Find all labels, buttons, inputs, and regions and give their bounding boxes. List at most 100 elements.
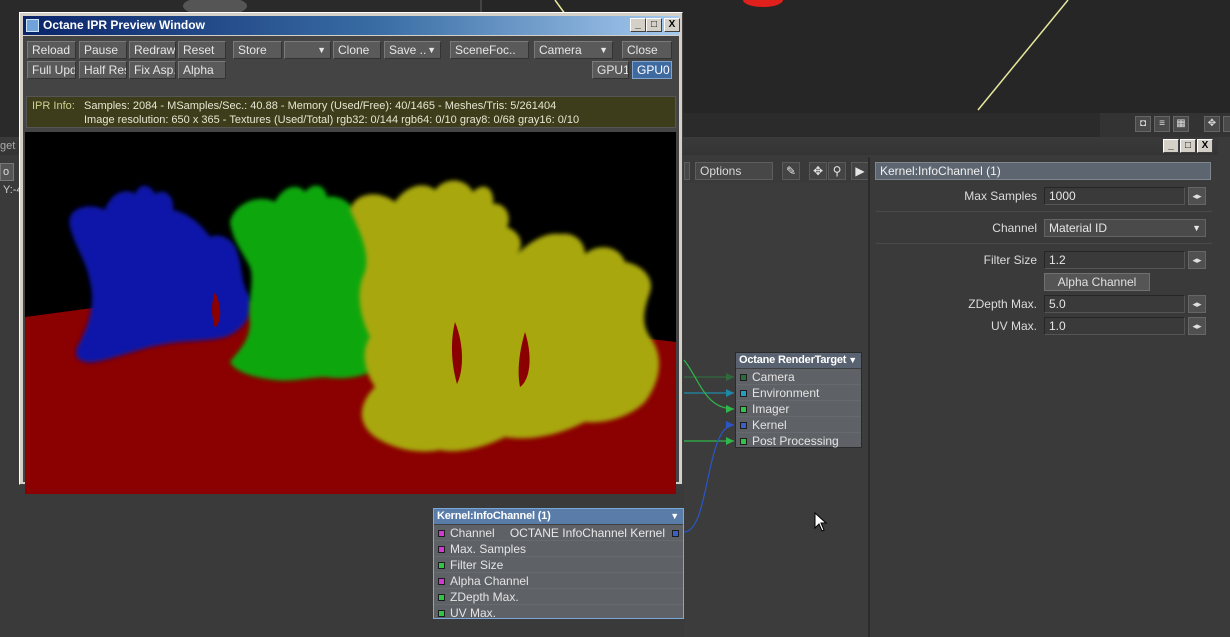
options-button[interactable]: Options	[695, 162, 773, 180]
ipr-info-panel: IPR Info: Samples: 2084 - MSamples/Sec.:…	[26, 96, 676, 128]
port-socket[interactable]	[740, 406, 747, 413]
film-icon[interactable]: ▦	[1173, 116, 1189, 132]
save-select-label: Save ..	[389, 43, 427, 57]
minimize-button[interactable]: _	[630, 18, 646, 32]
redraw-button[interactable]: Redraw	[129, 41, 176, 59]
chevron-down-icon: ▼	[1192, 223, 1201, 233]
port-socket[interactable]	[438, 530, 445, 537]
fix-aspect-button[interactable]: Fix Asp.	[129, 61, 176, 79]
port-label: Environment	[752, 386, 820, 400]
port-socket[interactable]	[438, 578, 445, 585]
panel-divider[interactable]	[868, 157, 870, 637]
port-filter-size[interactable]: Filter Size	[434, 557, 683, 573]
arrow-icon[interactable]	[1223, 116, 1230, 132]
maximize-button[interactable]: □	[646, 18, 662, 32]
port-max-samples[interactable]: Max. Samples	[434, 541, 683, 557]
play-icon[interactable]: ▶	[851, 162, 869, 180]
node-title-label: Octane RenderTarget	[739, 354, 847, 366]
close-button[interactable]: X	[1197, 139, 1213, 153]
ipr-info-line-2: Image resolution: 650 x 365 - Textures (…	[84, 114, 580, 126]
panel-title: Kernel:InfoChannel (1)	[875, 162, 1211, 180]
max-samples-label: Max Samples	[964, 189, 1037, 203]
port-label: Post Processing	[752, 434, 839, 448]
zdepth-field[interactable]: 5.0	[1044, 295, 1185, 313]
filter-size-stepper[interactable]: ◂▸	[1188, 251, 1206, 269]
half-res-button[interactable]: Half Res	[79, 61, 127, 79]
gpu1-button[interactable]: GPU1	[592, 61, 629, 79]
port-alpha-channel[interactable]: Alpha Channel	[434, 573, 683, 589]
port-label: Camera	[752, 370, 795, 384]
ipr-titlebar[interactable]: Octane IPR Preview Window _ □ X	[23, 16, 680, 35]
port-uv-max[interactable]: UV Max.	[434, 605, 683, 621]
toolbar-stub[interactable]	[684, 162, 690, 180]
camera-icon[interactable]: ◘	[1135, 116, 1151, 132]
pen-icon[interactable]: ✎	[782, 162, 800, 180]
port-post-processing[interactable]: Post Processing	[736, 433, 861, 449]
gpu0-button[interactable]: GPU0	[632, 61, 672, 79]
scene-focus-button[interactable]: SceneFoc..	[450, 41, 529, 59]
alpha-channel-button[interactable]: Alpha Channel	[1044, 273, 1150, 291]
filter-size-field[interactable]: 1.2	[1044, 251, 1185, 269]
reload-button[interactable]: Reload	[27, 41, 76, 59]
full-update-button[interactable]: Full Upd.	[27, 61, 76, 79]
port-socket[interactable]	[740, 422, 747, 429]
render-target-node[interactable]: Octane RenderTarget ▼ Camera Environment…	[735, 352, 862, 448]
port-label: Channel	[450, 526, 495, 540]
ipr-title: Octane IPR Preview Window	[43, 18, 205, 32]
max-samples-field[interactable]: 1000	[1044, 187, 1185, 205]
port-label: ZDepth Max.	[450, 590, 519, 604]
chevron-down-icon[interactable]: ▼	[848, 353, 857, 368]
port-kernel[interactable]: Kernel	[736, 417, 861, 433]
clone-button[interactable]: Clone	[333, 41, 381, 59]
port-socket[interactable]	[438, 562, 445, 569]
pause-button[interactable]: Pause	[79, 41, 127, 59]
port-zdepth-max[interactable]: ZDepth Max.	[434, 589, 683, 605]
port-socket[interactable]	[740, 374, 747, 381]
node-title[interactable]: Kernel:InfoChannel (1) ▼	[434, 509, 683, 525]
kernel-infochannel-node[interactable]: Kernel:InfoChannel (1) ▼ Channel OCTANE I…	[433, 508, 684, 621]
save-select[interactable]: Save .. ▼	[384, 41, 441, 59]
chevron-down-icon: ▼	[317, 45, 326, 55]
list-icon[interactable]: ≡	[1154, 116, 1170, 132]
close-button[interactable]: X	[664, 18, 680, 32]
port-channel[interactable]: Channel OCTANE InfoChannel Kernel	[434, 525, 683, 541]
zoom-icon[interactable]: ⚲	[828, 162, 846, 180]
channel-select[interactable]: Material ID ▼	[1044, 219, 1206, 237]
move-icon[interactable]: ✥	[1204, 116, 1220, 132]
close-ipr-button[interactable]: Close	[622, 41, 672, 59]
uv-max-stepper[interactable]: ◂▸	[1188, 317, 1206, 335]
port-imager[interactable]: Imager	[736, 401, 861, 417]
separator	[876, 211, 1212, 212]
port-socket[interactable]	[438, 546, 445, 553]
node-title[interactable]: Octane RenderTarget ▼	[736, 353, 861, 369]
port-socket[interactable]	[740, 438, 747, 445]
uv-max-field[interactable]: 1.0	[1044, 317, 1185, 335]
maximize-button[interactable]: □	[1180, 139, 1196, 153]
port-label: Kernel	[752, 418, 787, 432]
camera-select[interactable]: Camera ▼	[534, 41, 613, 59]
render-view[interactable]	[25, 132, 676, 494]
port-socket[interactable]	[438, 594, 445, 601]
max-samples-stepper[interactable]: ◂▸	[1188, 187, 1206, 205]
ipr-body: Reload Pause Redraw Reset Store ▼ Clone …	[23, 36, 679, 494]
chevron-down-icon[interactable]: ▼	[670, 509, 679, 524]
reset-button[interactable]: Reset	[178, 41, 226, 59]
left-toolbar-button[interactable]: o	[0, 163, 14, 181]
output-socket[interactable]	[672, 530, 679, 537]
port-environment[interactable]: Environment	[736, 385, 861, 401]
port-camera[interactable]: Camera	[736, 369, 861, 385]
move-icon[interactable]: ✥	[809, 162, 827, 180]
camera-select-value: Camera	[539, 43, 582, 57]
zdepth-stepper[interactable]: ◂▸	[1188, 295, 1206, 313]
store-button[interactable]: Store	[233, 41, 282, 59]
chevron-down-icon: ▼	[427, 45, 436, 55]
store-slot-select[interactable]: ▼	[284, 41, 331, 59]
alpha-button[interactable]: Alpha	[178, 61, 226, 79]
minimize-button[interactable]: _	[1163, 139, 1179, 153]
channel-label: Channel	[992, 221, 1037, 235]
port-label: Alpha Channel	[450, 574, 529, 588]
port-label: Max. Samples	[450, 542, 527, 556]
render-image	[25, 132, 676, 494]
port-socket[interactable]	[438, 610, 445, 617]
port-socket[interactable]	[740, 390, 747, 397]
